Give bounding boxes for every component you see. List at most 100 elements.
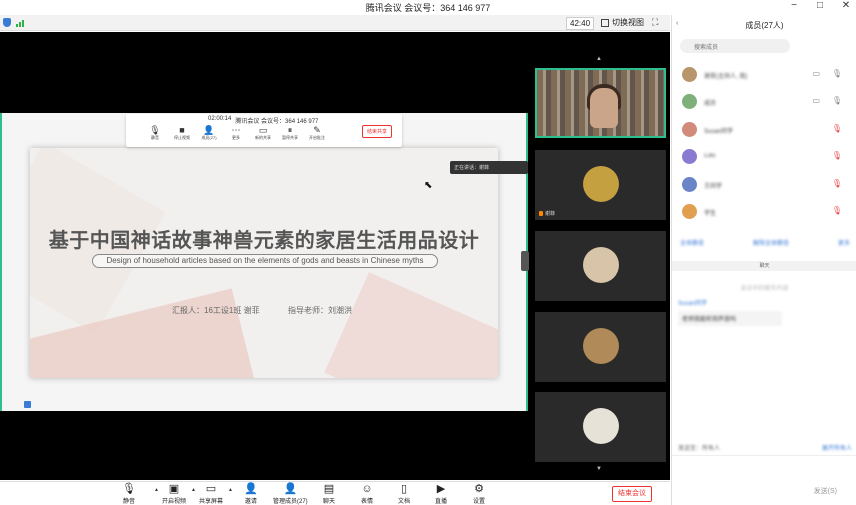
switch-view-button[interactable]: 切换视图 [601, 17, 644, 28]
video-tile-self[interactable] [535, 68, 666, 138]
end-share-button[interactable]: 结束共享 [361, 125, 392, 138]
mic-muted-icon[interactable]: 🎙 [832, 124, 842, 133]
chat-notice: 会议中的聊天内容 [740, 286, 789, 292]
share-members-button[interactable]: 👤 成员(27) [200, 125, 218, 141]
send-button[interactable]: 发送(S) [814, 486, 837, 496]
video-tile[interactable] [535, 392, 666, 462]
share-screen-label: 共享屏幕 [199, 499, 224, 505]
mic-icon [539, 211, 543, 216]
avatar [583, 166, 619, 202]
emoji-button[interactable]: ☺ 表情 [361, 483, 373, 505]
chat-recipient-label[interactable]: 发送至：所有人 [678, 443, 720, 452]
settings-button[interactable]: ⚙ 设置 [473, 483, 485, 505]
live-icon: ▶ [436, 483, 446, 495]
documents-label: 文档 [398, 499, 411, 505]
member-row[interactable]: Lulu 🎙 [680, 148, 850, 166]
sharing-indicator-icon[interactable] [24, 401, 31, 408]
speaking-tooltip: 正在讲话：谢菲 [450, 161, 528, 174]
mouse-cursor-icon: ⬉ [424, 180, 433, 191]
tile-name: 谢菲 [539, 210, 555, 217]
member-row[interactable]: 王同学 🎙 [680, 176, 850, 194]
shield-icon[interactable] [3, 18, 11, 27]
close-button[interactable]: ✕ [840, 0, 852, 11]
mic-muted-icon[interactable]: 🎙 [832, 179, 842, 188]
share-new-share-button[interactable]: ▭ 新的共享 [254, 125, 272, 141]
share-toolbar: 02:00:14 腾讯会议 会议号：364 146 977 🎙 静音 ■ 停止视频 … [126, 114, 402, 147]
avatar [682, 122, 697, 137]
scroll-down-icon[interactable]: ▼ [596, 466, 602, 472]
share-annotate-button[interactable]: ✎ 开启批注 [308, 125, 326, 141]
avatar [682, 67, 697, 82]
slide-title: 基于中国神话故事神兽元素的家居生活用品设计 [48, 230, 480, 252]
more-icon: ⋯ [231, 125, 241, 135]
member-row[interactable]: 谢菲(主持人, 我) ▭ 🎙 [680, 66, 850, 84]
member-row[interactable]: 成员 ▭ 🎙 [680, 93, 850, 111]
start-video-label: 开启视频 [162, 499, 187, 505]
share-elapsed: 02:00:14 [208, 116, 232, 122]
signal-icon[interactable] [16, 19, 24, 27]
member-actions: 全体静音 解除全体静音 更多 [680, 238, 850, 247]
mic-muted-icon[interactable]: 🎙 [832, 151, 842, 160]
chat-label: 聊天 [323, 499, 336, 505]
share-more-label: 更多 [232, 135, 240, 140]
end-meeting-button[interactable]: 结束会议 [612, 486, 652, 502]
share-meeting-id: 腾讯会议 会议号：364 146 977 [235, 119, 319, 125]
camera-icon: ■ [179, 125, 185, 135]
window-title: 腾讯会议 会议号：364 146 977 [365, 3, 491, 13]
share-stop-video-button[interactable]: ■ 停止视频 [173, 125, 191, 141]
share-options-icon[interactable]: ▲ [228, 487, 233, 493]
mute-all-button[interactable]: 全体静音 [680, 238, 704, 247]
unmute-all-button[interactable]: 解除全体静音 [753, 238, 789, 247]
chat-header[interactable]: 聊天 [672, 261, 856, 271]
documents-button[interactable]: ▯ 文档 [398, 483, 410, 505]
video-options-icon[interactable]: ▲ [191, 487, 196, 493]
video-tile[interactable] [535, 312, 666, 382]
avatar [682, 177, 697, 192]
chat-recipient-link[interactable]: 展开所有人 [822, 443, 852, 452]
avatar [682, 204, 697, 219]
avatar [583, 247, 619, 283]
panel-resize-handle[interactable] [521, 251, 529, 271]
mic-icon[interactable]: 🎙 [832, 69, 842, 78]
maximize-button[interactable]: □ [814, 0, 826, 11]
mic-muted-icon[interactable]: 🎙 [832, 206, 842, 215]
member-search-input[interactable] [680, 39, 790, 53]
live-button[interactable]: ▶ 直播 [435, 483, 447, 505]
invite-button[interactable]: 👤 邀请 [244, 483, 258, 505]
video-icon[interactable]: ▭ [812, 96, 820, 105]
mute-button[interactable]: 🎙 静音 [122, 483, 136, 505]
video-tile[interactable] [535, 231, 666, 301]
mute-options-icon[interactable]: ▲ [154, 487, 159, 493]
avatar [682, 149, 697, 164]
start-video-button[interactable]: ▣ 开启视频 [162, 483, 186, 505]
minimize-button[interactable]: − [788, 0, 800, 11]
invite-label: 邀请 [244, 499, 257, 505]
window-controls: − □ ✕ [788, 0, 852, 11]
chat-button[interactable]: ▤ 聊天 [323, 483, 335, 505]
emoji-icon: ☺ [361, 483, 373, 495]
members-icon: 👤 [203, 125, 215, 135]
mic-icon[interactable]: 🎙 [832, 96, 842, 105]
share-mute-button[interactable]: 🎙 静音 [146, 125, 164, 141]
manage-members-button[interactable]: 👤 管理成员(27) [273, 483, 308, 505]
member-row[interactable]: 学生 🎙 [680, 203, 850, 221]
member-name: 谢菲(主持人, 我) [704, 74, 748, 80]
video-icon[interactable]: ▭ [812, 69, 820, 78]
avatar [583, 328, 619, 364]
annotate-icon: ✎ [313, 125, 321, 135]
more-actions-button[interactable]: 更多 [838, 238, 850, 247]
scroll-up-icon[interactable]: ▲ [596, 56, 602, 62]
meeting-toolbar: 🎙 静音 ▲ ▣ 开启视频 ▲ ▭ 共享屏幕 ▲ 👤 邀请 👤 管理成员(27) ▤ 聊天 … [0, 481, 670, 505]
share-pause-button[interactable]: ⏸ 暂停共享 [281, 125, 299, 141]
member-name: Susan同学 [704, 129, 734, 135]
chat-input-area[interactable]: 发送(S) [672, 455, 856, 497]
member-row[interactable]: Susan同学 🎙 [680, 121, 850, 139]
share-more-button[interactable]: ⋯ 更多 [227, 125, 245, 141]
share-stop-video-label: 停止视频 [174, 135, 190, 140]
share-pause-label: 暂停共享 [282, 135, 298, 140]
member-name: 学生 [704, 211, 717, 217]
camera-off-icon: ▣ [168, 483, 180, 495]
video-tile[interactable]: 谢菲 [535, 150, 666, 220]
fullscreen-icon[interactable]: ⛶ [652, 17, 658, 28]
share-screen-button[interactable]: ▭ 共享屏幕 [199, 483, 223, 505]
